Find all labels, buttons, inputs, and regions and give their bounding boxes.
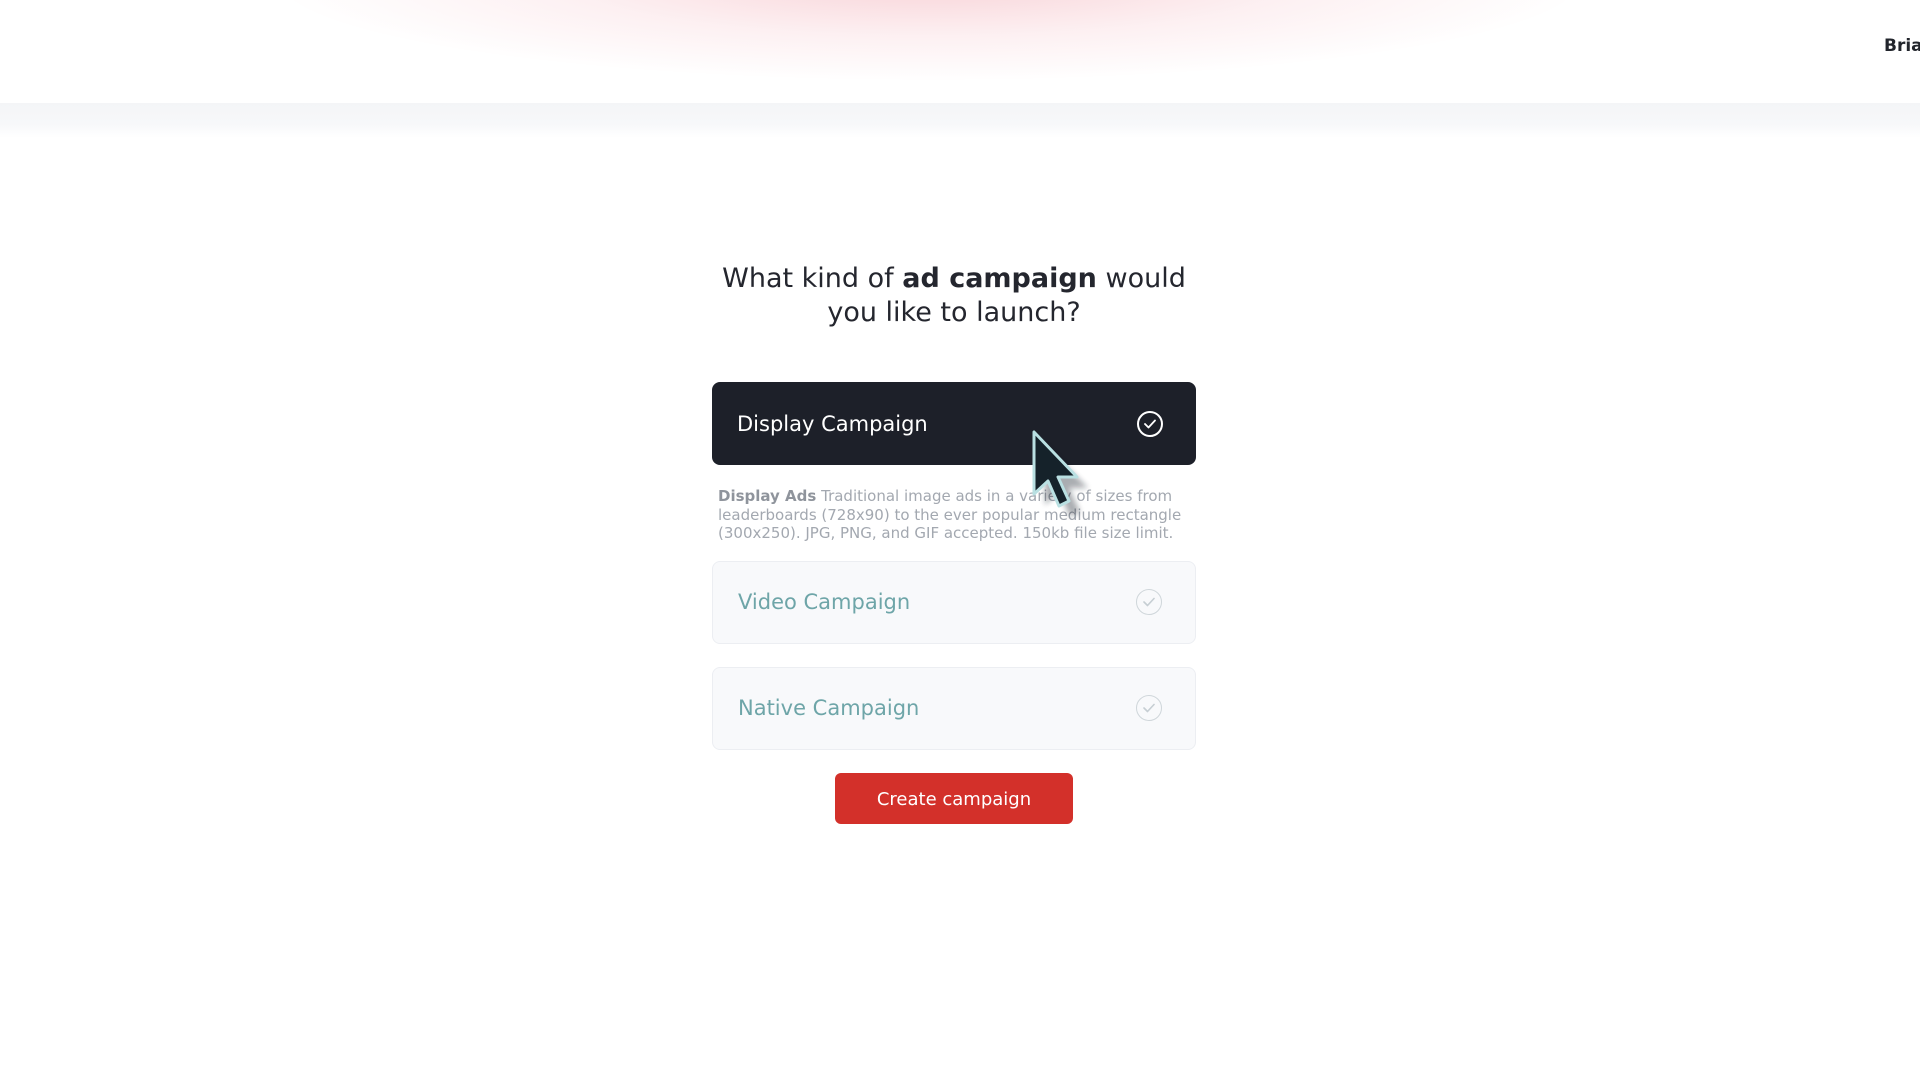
option-label: Display Campaign [737, 411, 928, 436]
sub-header-bar [0, 103, 1920, 138]
actions: Create campaign [712, 772, 1196, 824]
header-glow [280, 0, 1580, 80]
option-label: Video Campaign [738, 590, 911, 614]
option-native-campaign[interactable]: Native Campaign [712, 666, 1196, 750]
top-header: Brian [0, 0, 1920, 103]
option-label: Native Campaign [738, 696, 920, 720]
option-video-campaign[interactable]: Video Campaign [712, 560, 1196, 644]
question-prefix: What kind of [722, 263, 903, 294]
page-question: What kind of ad campaign would you like … [712, 262, 1196, 330]
campaign-type-picker: What kind of ad campaign would you like … [712, 262, 1196, 824]
option-description: Display Ads Traditional image ads in a v… [712, 465, 1196, 561]
create-campaign-button[interactable]: Create campaign [835, 772, 1073, 824]
check-circle-icon [1136, 589, 1162, 615]
user-name[interactable]: Brian [1884, 36, 1920, 56]
check-circle-icon [1137, 410, 1163, 437]
mouse-cursor-icon [1032, 430, 1088, 517]
question-emphasis: ad campaign [902, 263, 1097, 294]
check-circle-icon [1136, 695, 1162, 721]
description-title: Display Ads [718, 487, 817, 505]
option-display-campaign[interactable]: Display Campaign [712, 382, 1196, 465]
